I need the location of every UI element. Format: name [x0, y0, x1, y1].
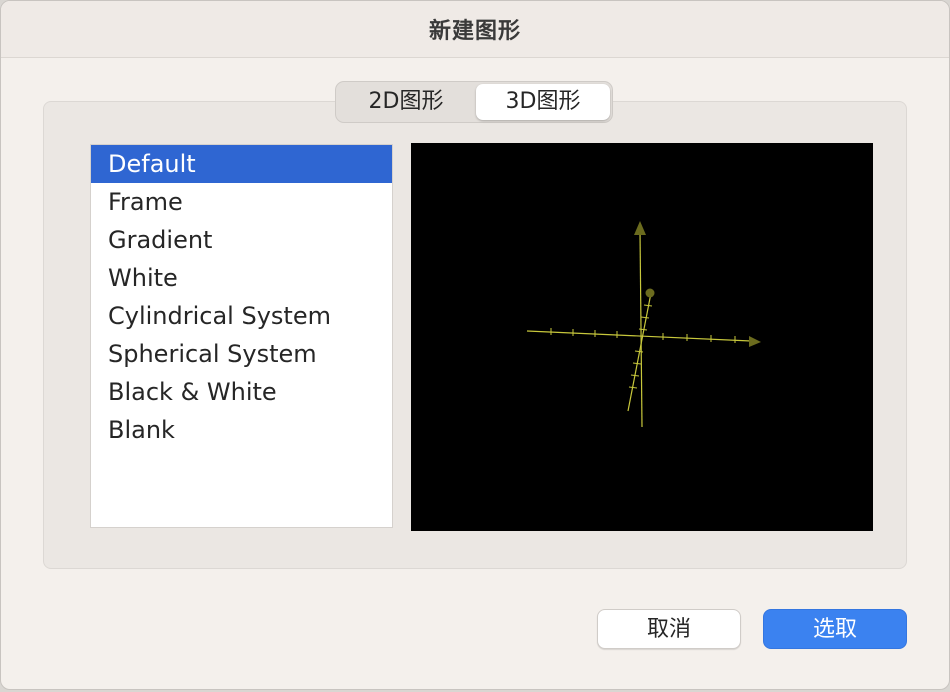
list-item-frame[interactable]: Frame — [91, 183, 392, 221]
list-item-gradient[interactable]: Gradient — [91, 221, 392, 259]
template-preview — [411, 143, 873, 531]
new-graph-dialog: 新建图形 2D图形 3D图形 Default Frame Gradient Wh… — [0, 0, 950, 690]
choose-button[interactable]: 选取 — [763, 609, 907, 649]
cancel-button[interactable]: 取消 — [597, 609, 741, 649]
x-axis-line — [526, 330, 752, 342]
list-item-cylindrical-system[interactable]: Cylindrical System — [91, 297, 392, 335]
dimension-segmented-control: 2D图形 3D图形 — [335, 81, 613, 123]
tab-3d[interactable]: 3D图形 — [476, 84, 610, 120]
list-item-default[interactable]: Default — [91, 145, 392, 183]
tab-2d[interactable]: 2D图形 — [340, 84, 472, 120]
template-list[interactable]: Default Frame Gradient White Cylindrical… — [90, 144, 393, 528]
list-item-white[interactable]: White — [91, 259, 392, 297]
list-item-spherical-system[interactable]: Spherical System — [91, 335, 392, 373]
list-item-black-white[interactable]: Black & White — [91, 373, 392, 411]
y-axis-arrow-icon — [634, 221, 646, 235]
list-item-blank[interactable]: Blank — [91, 411, 392, 449]
titlebar: 新建图形 — [1, 1, 949, 58]
x-axis-arrow-icon — [749, 336, 761, 347]
dialog-title: 新建图形 — [428, 19, 521, 44]
z-axis-arrow-icon — [645, 288, 655, 298]
axes-preview-graphic — [526, 221, 761, 428]
